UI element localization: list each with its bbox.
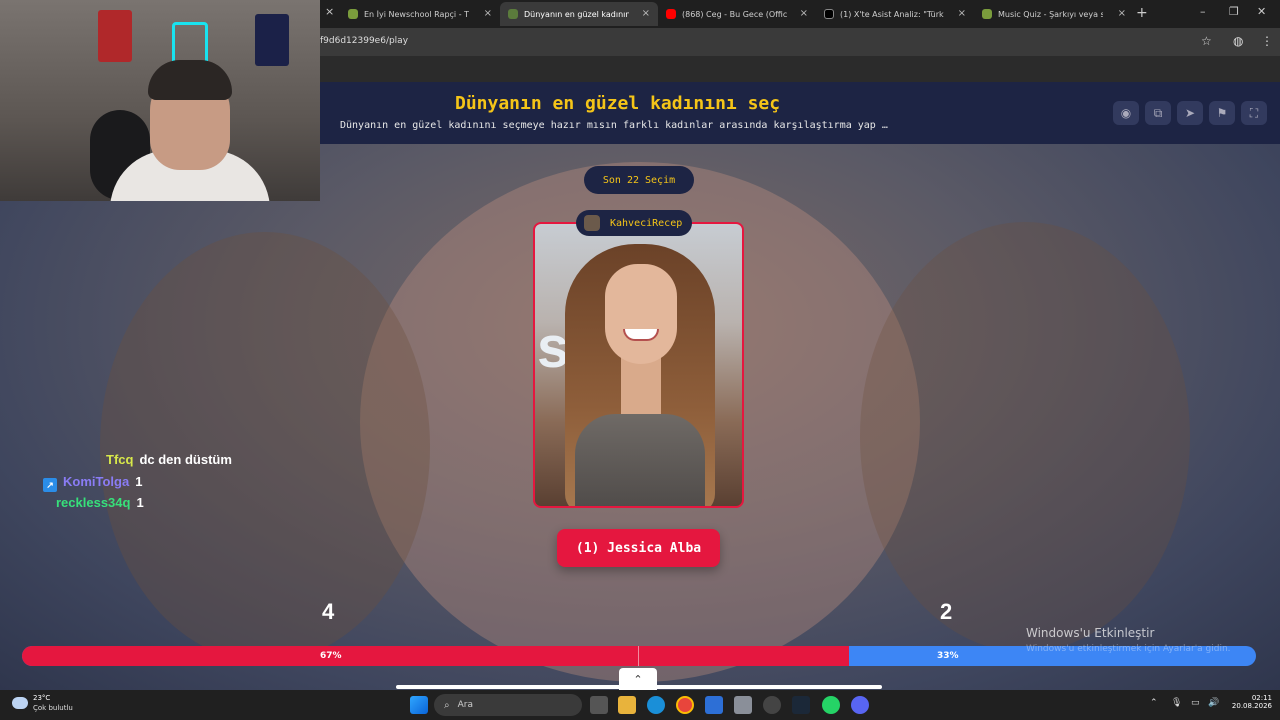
right-percent-label: 33% bbox=[937, 651, 959, 661]
photo-dress bbox=[575, 414, 705, 506]
page-title: Dünyanın en güzel kadınını seç bbox=[455, 93, 781, 114]
taskbar: 23°C Çok bulutlu ⌕ Ara ⌃ 🎙 ▭ 🔊 02:11 20.… bbox=[0, 690, 1280, 720]
new-tab-button[interactable]: + bbox=[1136, 5, 1148, 21]
file-explorer-icon[interactable] bbox=[618, 696, 636, 714]
fullscreen-icon[interactable]: ⛶ bbox=[1241, 101, 1267, 125]
browser-tab[interactable]: (1) X'te Asist Analiz: "Türk futbolu × bbox=[816, 2, 974, 26]
tab-label: (1) X'te Asist Analiz: "Türk futbolu bbox=[840, 9, 945, 19]
flag-icon[interactable]: ⚑ bbox=[1209, 101, 1235, 125]
browser-tab[interactable]: (868) Ceg - Bu Gece (Official Video) × bbox=[658, 2, 816, 26]
page-description: Dünyanın en güzel kadınını seçmeye hazır… bbox=[340, 120, 888, 131]
close-tab-icon[interactable]: × bbox=[484, 8, 492, 19]
url-field[interactable]: f9d6d12399e6/play bbox=[320, 36, 408, 46]
left-vote-count: 4 bbox=[322, 599, 335, 624]
search-icon: ⌕ bbox=[444, 699, 450, 711]
microphone-icon[interactable]: 🎙 bbox=[1171, 698, 1182, 708]
close-tab-icon[interactable]: × bbox=[1118, 8, 1126, 19]
background-blur bbox=[100, 232, 430, 662]
whatsapp-icon[interactable] bbox=[822, 696, 840, 714]
cloud-icon bbox=[12, 697, 28, 709]
chat-user: KomiTolga bbox=[63, 474, 130, 489]
steam-icon[interactable] bbox=[792, 696, 810, 714]
eye-icon[interactable]: ◉ bbox=[1113, 101, 1139, 125]
menu-icon[interactable]: ⋮ bbox=[1261, 34, 1273, 48]
favicon-icon bbox=[982, 9, 992, 19]
jersey-frame bbox=[255, 14, 289, 66]
scrollbar[interactable] bbox=[396, 685, 882, 689]
activation-watermark: Windows'u Etkinleştir bbox=[1026, 626, 1155, 640]
share-icon[interactable]: ⧉ bbox=[1145, 101, 1171, 125]
store-icon[interactable] bbox=[705, 696, 723, 714]
clock-time: 02:11 bbox=[1251, 694, 1272, 702]
restore-icon[interactable]: ❐ bbox=[1229, 5, 1239, 18]
task-view-icon[interactable] bbox=[590, 696, 608, 714]
chrome-icon[interactable] bbox=[676, 696, 694, 714]
browser-tab[interactable]: Music Quiz - Şarkıyı veya sanatçıyı × bbox=[974, 2, 1134, 26]
favicon-icon bbox=[348, 9, 358, 19]
chat-text: 1 bbox=[135, 474, 143, 489]
jersey-frame bbox=[98, 10, 132, 62]
weather-condition: Çok bulutlu bbox=[33, 704, 73, 712]
discord-icon[interactable] bbox=[851, 696, 869, 714]
window-close-icon[interactable]: ✕ bbox=[1257, 5, 1266, 18]
activation-watermark-sub: Windows'u etkinleştirmek için Ayarlar'a … bbox=[1026, 644, 1231, 654]
right-vote-count: 2 bbox=[940, 599, 953, 624]
left-vote-fill bbox=[22, 646, 849, 666]
background-blur bbox=[860, 222, 1190, 652]
favicon-icon bbox=[508, 9, 518, 19]
close-tab-icon[interactable]: × bbox=[800, 8, 808, 19]
tab-label: Dünyanın en güzel kadınını seç bbox=[524, 9, 629, 19]
round-pill: Son 22 Seçim bbox=[584, 166, 694, 194]
avatar bbox=[584, 215, 600, 231]
edge-icon[interactable] bbox=[647, 696, 665, 714]
browser-tab-active[interactable]: Dünyanın en güzel kadınını seç × bbox=[500, 2, 658, 26]
clock-date: 20.08.2026 bbox=[1231, 702, 1272, 710]
settings-icon[interactable] bbox=[734, 696, 752, 714]
network-icon[interactable]: ▭ bbox=[1191, 698, 1200, 708]
chat-text: 1 bbox=[136, 495, 144, 510]
streamer-hair bbox=[148, 60, 232, 100]
photo-face bbox=[605, 264, 677, 364]
chat-user: reckless34q bbox=[56, 495, 131, 510]
close-tab-icon[interactable]: × bbox=[642, 8, 650, 19]
left-percent-label: 67% bbox=[320, 651, 342, 661]
x-logo-icon bbox=[824, 9, 834, 19]
youtube-icon bbox=[666, 9, 676, 19]
taskbar-search[interactable]: ⌕ Ara bbox=[434, 694, 582, 716]
send-icon[interactable]: ➤ bbox=[1177, 101, 1203, 125]
chat-message: reckless34q 1 bbox=[56, 495, 144, 510]
tab-label: (868) Ceg - Bu Gece (Official Video) bbox=[682, 9, 787, 19]
chat-user: Tfcq bbox=[106, 452, 134, 467]
windows-start-icon[interactable] bbox=[410, 696, 428, 714]
chooser-name: KahveciRecep bbox=[610, 217, 683, 229]
weather-temp: 23°C bbox=[33, 694, 51, 702]
tab-label: En İyi Newschool Rapçi - Tier List bbox=[364, 9, 469, 19]
search-placeholder: Ara bbox=[457, 700, 473, 710]
close-tab-icon[interactable]: × bbox=[958, 8, 966, 19]
chooser-badge: KahveciRecep bbox=[576, 210, 693, 236]
choice-name-button[interactable]: (1) Jessica Alba bbox=[557, 529, 720, 567]
tab-label: Music Quiz - Şarkıyı veya sanatçıyı bbox=[998, 9, 1103, 19]
chat-message: ↗ KomiTolga 1 bbox=[43, 474, 142, 492]
chat-message: Tfcq dc den düstüm bbox=[106, 452, 232, 467]
choice-photo-card[interactable]: she bbox=[533, 222, 744, 508]
close-icon[interactable]: × bbox=[325, 5, 334, 18]
browser-tab[interactable]: En İyi Newschool Rapçi - Tier List × bbox=[340, 2, 500, 26]
clock[interactable]: 02:11 20.08.2026 bbox=[1228, 694, 1272, 710]
chevron-up-icon[interactable]: ⌃ bbox=[1150, 698, 1158, 708]
profile-icon[interactable]: ◍ bbox=[1233, 34, 1243, 48]
chat-text: dc den düstüm bbox=[139, 452, 232, 467]
volume-icon[interactable]: 🔊 bbox=[1208, 698, 1219, 708]
obs-icon[interactable] bbox=[763, 696, 781, 714]
webcam-overlay bbox=[0, 0, 320, 201]
minimize-icon[interactable]: – bbox=[1200, 5, 1206, 18]
bookmark-star-icon[interactable]: ☆ bbox=[1201, 34, 1212, 48]
subscriber-badge-icon: ↗ bbox=[43, 478, 57, 492]
bar-midline bbox=[638, 646, 639, 666]
